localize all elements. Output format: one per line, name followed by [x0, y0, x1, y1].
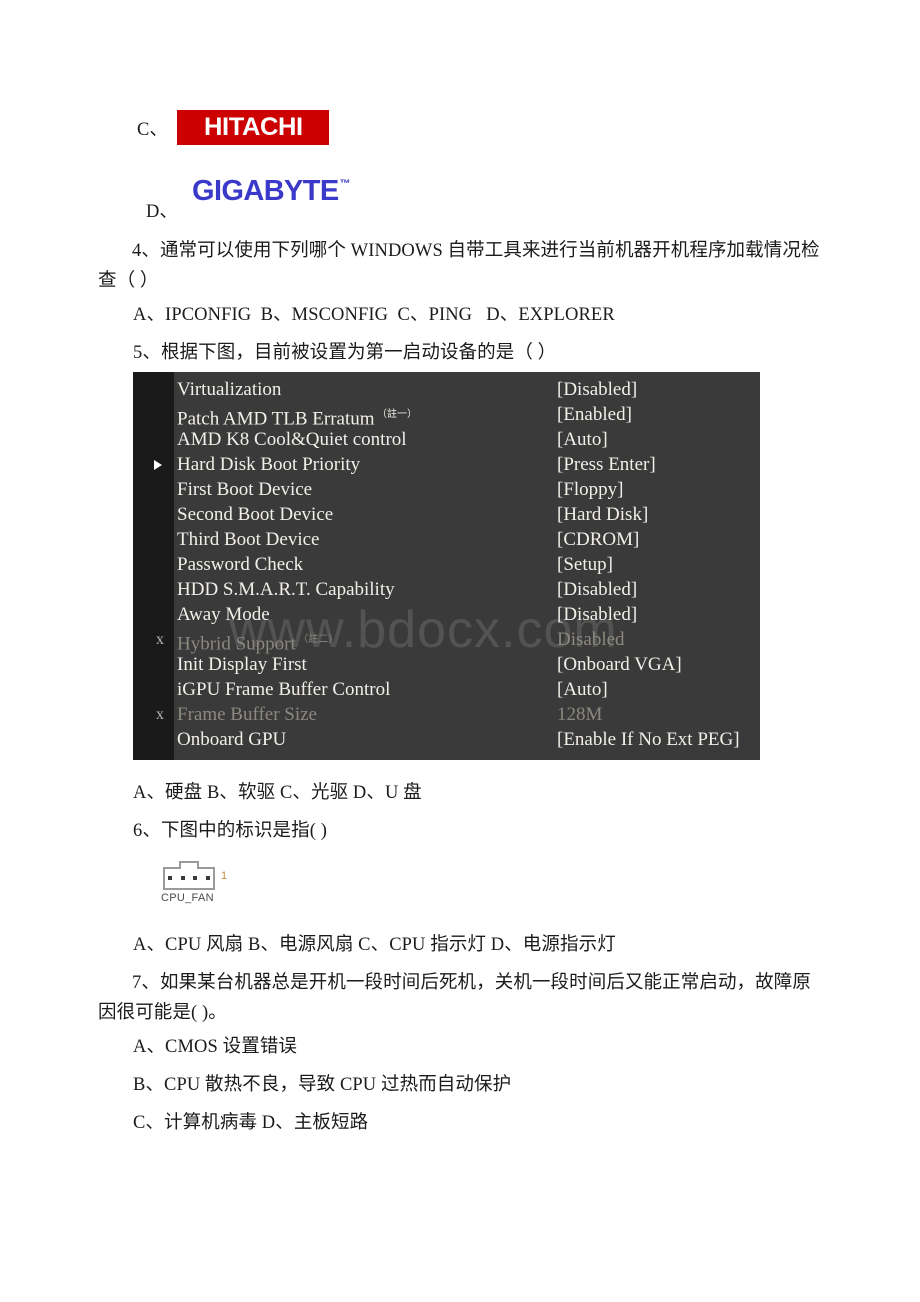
bios-option-value[interactable]: [Press Enter] [557, 452, 656, 477]
hitachi-logo-text: HITACHI [203, 113, 303, 141]
bios-option-row[interactable]: Init Display First [Onboard VGA] [133, 652, 760, 677]
bios-option-label: Third Boot Device [177, 529, 320, 550]
bios-option-value[interactable]: Disabled [557, 627, 625, 652]
bios-option-row[interactable]: iGPU Frame Buffer Control [Auto] [133, 677, 760, 702]
question-7-stem: 7、如果某台机器总是开机一段时间后死机，关机一段时间后又能正常启动，故障原因很可… [98, 973, 811, 1023]
bios-option-row[interactable]: Away Mode [Disabled] [133, 602, 760, 627]
disabled-marker-icon: x [156, 706, 164, 723]
connector-pin [180, 876, 185, 880]
bios-option-label: Init Display First [177, 654, 307, 675]
bios-option-label: Second Boot Device [177, 504, 334, 525]
bios-option-label: Onboard GPU [177, 729, 287, 750]
option-d-letter: D、 [146, 202, 178, 222]
bios-option-label: iGPU Frame Buffer Control [177, 679, 391, 700]
cpu-fan-caption: CPU_FAN [161, 892, 214, 904]
bios-option-value[interactable]: [CDROM] [557, 527, 639, 552]
connector-pin [205, 876, 210, 880]
gigabyte-logo-text: GIGABYTE [192, 175, 339, 207]
question-4-stem: 4、通常可以使用下列哪个 WINDOWS 自带工具来进行当前机器开机程序加载情况… [98, 241, 820, 291]
footnote-superscript: （註二） [295, 634, 339, 645]
bios-option-value[interactable]: [Hard Disk] [557, 502, 648, 527]
bios-option-row[interactable]: Third Boot Device [CDROM] [133, 527, 760, 552]
question-5-answers: A、硬盘 B、软驱 C、光驱 D、U 盘 [133, 783, 422, 803]
bios-option-label: Frame Buffer Size [177, 704, 317, 725]
bios-option-value[interactable]: [Disabled] [557, 577, 637, 602]
bios-option-label: HDD S.M.A.R.T. Capability [177, 579, 395, 600]
bios-option-row[interactable]: x Hybrid Support （註二） Disabled [133, 627, 760, 654]
connector-pin [193, 876, 198, 880]
question-6-answers: A、CPU 风扇 B、电源风扇 C、CPU 指示灯 D、电源指示灯 [133, 935, 616, 955]
cpu-fan-connector-figure: 1 CPU_FAN [161, 861, 243, 907]
bios-option-row[interactable]: x Frame Buffer Size 128M [133, 702, 760, 727]
question-7-answer-a: A、CMOS 设置错误 [133, 1037, 298, 1057]
bios-option-value[interactable]: [Auto] [557, 427, 608, 452]
disabled-marker-icon: x [156, 631, 164, 648]
question-4-answers: A、IPCONFIG B、MSCONFIG C、PING D、EXPLORER [133, 305, 615, 325]
bios-setup-screenshot: www.bdocx.com Virtualization [Disabled] Pa… [133, 372, 760, 760]
connector-notch-cover [181, 866, 197, 870]
bios-option-label: Hard Disk Boot Priority [177, 454, 361, 475]
bios-option-row[interactable]: Second Boot Device [Hard Disk] [133, 502, 760, 527]
bios-option-row[interactable]: Hard Disk Boot Priority [Press Enter] [133, 452, 760, 477]
trademark-icon: ™ [339, 178, 351, 190]
bios-option-value[interactable]: [Enabled] [557, 402, 632, 427]
bios-option-value[interactable]: [Enable If No Ext PEG] [557, 727, 740, 752]
bios-option-label: Away Mode [177, 604, 270, 625]
gigabyte-logo: GIGABYTE ™ [192, 176, 351, 206]
bios-option-row[interactable]: Patch AMD TLB Erratum （註一） [Enabled] [133, 402, 760, 429]
bios-option-row[interactable]: Onboard GPU [Enable If No Ext PEG] [133, 727, 760, 752]
bios-option-value[interactable]: [Floppy] [557, 477, 624, 502]
bios-option-value[interactable]: 128M [557, 702, 602, 727]
bios-option-list: Virtualization [Disabled] Patch AMD TLB Er… [133, 372, 760, 752]
option-c-letter: C、 [137, 120, 168, 140]
bios-option-label: Virtualization [177, 379, 282, 400]
bios-option-value[interactable]: [Auto] [557, 677, 608, 702]
selection-arrow-icon [154, 460, 162, 470]
bios-option-value[interactable]: [Disabled] [557, 602, 637, 627]
footnote-superscript: （註一） [374, 409, 418, 420]
question-7-answer-b: B、CPU 散热不良，导致 CPU 过热而自动保护 [133, 1075, 512, 1095]
bios-option-label: AMD K8 Cool&Quiet control [177, 429, 407, 450]
bios-option-row[interactable]: Password Check [Setup] [133, 552, 760, 577]
question-7-answer-c: C、计算机病毒 D、主板短路 [133, 1113, 369, 1133]
bios-option-label: Password Check [177, 554, 304, 575]
connector-pin [168, 876, 172, 880]
bios-option-row[interactable]: First Boot Device [Floppy] [133, 477, 760, 502]
pin-one-label: 1 [221, 870, 228, 882]
bios-option-row[interactable]: Virtualization [Disabled] [133, 377, 760, 402]
hitachi-logo: HITACHI [177, 110, 329, 145]
bios-option-row[interactable]: HDD S.M.A.R.T. Capability [Disabled] [133, 577, 760, 602]
question-5-stem: 5、根据下图，目前被设置为第一启动设备的是（ ） [133, 343, 557, 363]
bios-option-value[interactable]: [Disabled] [557, 377, 637, 402]
bios-option-value[interactable]: [Setup] [557, 552, 613, 577]
bios-option-value[interactable]: [Onboard VGA] [557, 652, 682, 677]
connector-pins [168, 875, 210, 881]
document-page: C、 HITACHI D、 GIGABYTE ™ 4、通常可以使用下列哪个 WI… [0, 0, 920, 1302]
bios-option-label: First Boot Device [177, 479, 313, 500]
bios-option-row[interactable]: AMD K8 Cool&Quiet control [Auto] [133, 427, 760, 452]
question-6-stem: 6、下图中的标识是指( ) [133, 821, 327, 841]
